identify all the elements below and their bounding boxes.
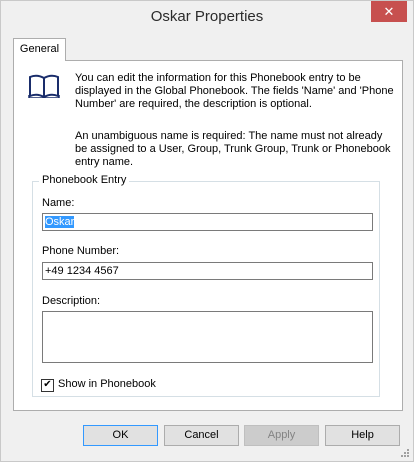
ok-button[interactable]: OK [83,425,158,446]
phone-number-label: Phone Number: [42,245,120,257]
general-tab-panel: You can edit the information for this Ph… [13,60,403,411]
resize-grip-icon[interactable] [399,447,409,457]
book-icon [28,74,60,98]
name-field[interactable]: Oskar [42,213,373,231]
apply-button[interactable]: Apply [244,425,319,446]
close-button[interactable]: ✕ [371,1,407,22]
info-text: You can edit the information for this Ph… [75,72,394,110]
properties-dialog: Oskar Properties ✕ General You can edit … [0,0,414,462]
title-bar: Oskar Properties ✕ [1,1,413,32]
show-in-phonebook-label[interactable]: Show in Phonebook [58,378,156,390]
description-field[interactable] [42,311,373,363]
tab-general[interactable]: General [13,38,66,61]
show-in-phonebook-checkbox[interactable]: ✔ [41,379,54,392]
group-legend: Phonebook Entry [39,174,130,186]
name-field-value: Oskar [45,216,75,228]
name-label: Name: [42,197,75,209]
help-button[interactable]: Help [325,425,400,446]
checkmark-icon: ✔ [43,379,52,390]
cancel-button[interactable]: Cancel [164,425,239,446]
description-label: Description: [42,295,101,307]
name-requirement-text: An unambiguous name is required: The nam… [75,130,391,168]
phone-number-field[interactable]: +49 1234 4567 [42,262,373,280]
phonebook-entry-group: Phonebook Entry Name: Oskar Phone Number… [32,174,380,397]
window-title: Oskar Properties [150,8,264,25]
